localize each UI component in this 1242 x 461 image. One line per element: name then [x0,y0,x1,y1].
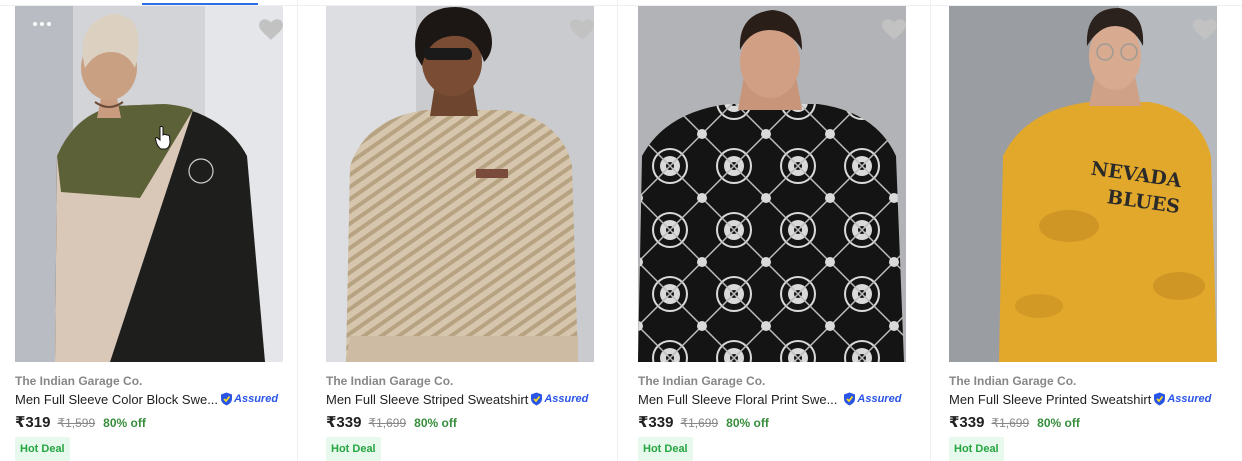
product-discount: 80% off [103,416,146,430]
product-price: ₹339 [949,414,985,431]
assured-shield-icon [531,392,543,406]
assured-shield-icon [221,392,233,406]
product-card[interactable]: The Indian Garage Co. Men Full Sleeve Fl… [638,0,906,461]
product-title-row: Men Full Sleeve Color Block Swe... Assur… [15,391,278,407]
hot-deal-badge: Hot Deal [949,437,1004,461]
product-mrp: ₹1,699 [680,416,719,430]
assured-label: Assured [857,393,902,405]
heart-icon[interactable] [1192,17,1218,41]
column-divider [297,0,298,461]
product-price: ₹339 [326,414,362,431]
product-brand: The Indian Garage Co. [638,374,766,388]
product-image[interactable] [326,6,594,362]
product-mrp: ₹1,599 [57,416,96,430]
assured-label: Assured [1167,393,1212,405]
product-title[interactable]: Men Full Sleeve Color Block Swe... [15,392,218,407]
price-row: ₹319 ₹1,599 80% off [15,413,146,431]
product-price: ₹339 [638,414,674,431]
assured-badge: Assured [220,392,278,406]
product-image[interactable] [638,6,906,362]
product-brand: The Indian Garage Co. [326,374,454,388]
product-image[interactable]: NEVADA BLUES [949,6,1217,362]
product-discount: 80% off [414,416,457,430]
column-divider [930,0,931,461]
price-row: ₹339 ₹1,699 80% off [638,413,769,431]
product-image[interactable] [15,6,283,362]
price-row: ₹339 ₹1,699 80% off [326,413,457,431]
product-price: ₹319 [15,414,51,431]
price-row: ₹339 ₹1,699 80% off [949,413,1080,431]
product-discount: 80% off [1037,416,1080,430]
product-card[interactable]: The Indian Garage Co. Men Full Sleeve Co… [15,0,283,461]
product-title-row: Men Full Sleeve Printed Sweatshirt Assur… [949,391,1211,407]
product-brand: The Indian Garage Co. [15,374,143,388]
product-discount: 80% off [726,416,769,430]
product-mrp: ₹1,699 [368,416,407,430]
column-divider [617,0,618,461]
product-title-row: Men Full Sleeve Floral Print Swe... Assu… [638,391,901,407]
hot-deal-badge: Hot Deal [15,437,70,461]
assured-badge: Assured [843,392,901,406]
product-card[interactable]: The Indian Garage Co. Men Full Sleeve St… [326,0,594,461]
assured-label: Assured [234,393,279,405]
assured-label: Assured [544,393,589,405]
product-card[interactable]: NEVADA BLUES The Indian Garage Co. Men F… [949,0,1217,461]
more-options-icon[interactable] [33,22,51,26]
product-mrp: ₹1,699 [991,416,1030,430]
product-brand: The Indian Garage Co. [949,374,1077,388]
assured-shield-icon [844,392,856,406]
hot-deal-badge: Hot Deal [638,437,693,461]
assured-badge: Assured [1153,392,1211,406]
product-title-row: Men Full Sleeve Striped Sweatshirt Assur… [326,391,588,407]
hot-deal-badge: Hot Deal [326,437,381,461]
product-title[interactable]: Men Full Sleeve Floral Print Swe... [638,392,837,407]
product-title[interactable]: Men Full Sleeve Printed Sweatshirt [949,392,1151,407]
assured-shield-icon [1154,392,1166,406]
assured-badge: Assured [530,392,588,406]
product-title[interactable]: Men Full Sleeve Striped Sweatshirt [326,392,528,407]
heart-icon[interactable] [881,17,907,41]
hand-pointer-icon [155,126,171,150]
heart-icon[interactable] [569,17,595,41]
heart-icon[interactable] [258,17,284,41]
